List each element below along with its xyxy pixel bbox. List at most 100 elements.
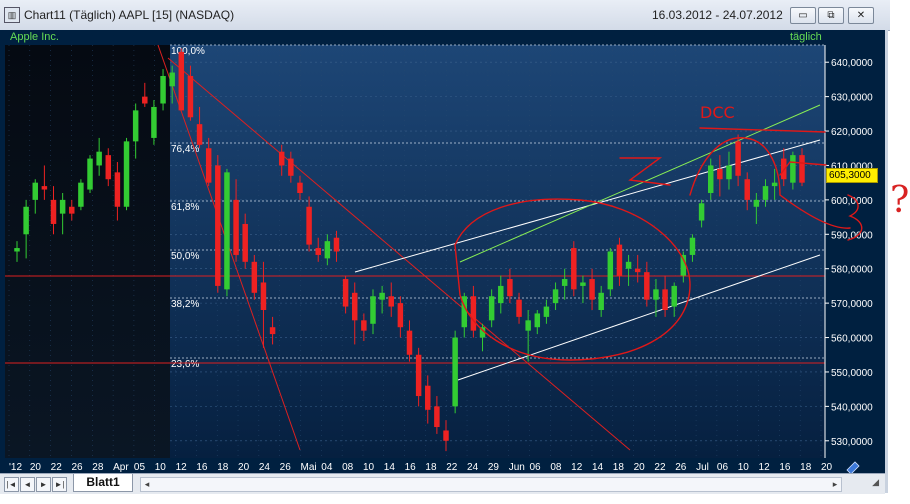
x-tick-label: 10 bbox=[738, 462, 750, 473]
y-tick-label: 620,0000 bbox=[831, 127, 873, 138]
x-tick-label: 20 bbox=[30, 462, 42, 473]
candle-down bbox=[215, 165, 221, 286]
x-tick-label: 22 bbox=[446, 462, 458, 473]
candle-down bbox=[50, 199, 57, 224]
x-tick-label: 24 bbox=[467, 462, 479, 473]
x-tick-label: 05 bbox=[134, 462, 146, 473]
candle-up bbox=[32, 182, 38, 200]
x-tick-label: 10 bbox=[155, 462, 167, 473]
next-sheet-button[interactable]: ► bbox=[36, 477, 51, 492]
instrument-label: Apple Inc. bbox=[10, 31, 59, 43]
candle-down bbox=[251, 261, 258, 293]
candle-up bbox=[14, 248, 20, 252]
x-tick-label: 08 bbox=[342, 462, 354, 473]
candle-down bbox=[105, 155, 112, 180]
candle-up bbox=[87, 158, 93, 190]
x-tick-label: 16 bbox=[405, 462, 417, 473]
candle-down bbox=[351, 292, 358, 321]
x-tick-label: 28 bbox=[92, 462, 104, 473]
x-tick-label: 22 bbox=[654, 462, 666, 473]
y-tick-label: 630,0000 bbox=[831, 93, 873, 104]
minimize-button[interactable]: ▭ bbox=[790, 7, 816, 24]
candle-down bbox=[425, 385, 431, 410]
candle-down bbox=[297, 182, 303, 193]
window-title: Chart11 (Täglich) AAPL [15] (NASDAQ) bbox=[24, 8, 235, 22]
x-tick-label: 12 bbox=[571, 462, 583, 473]
restore-button[interactable]: ⧉ bbox=[818, 7, 844, 24]
candle-down bbox=[114, 172, 121, 207]
x-tick-label: 18 bbox=[425, 462, 437, 473]
x-tick-label: 29 bbox=[488, 462, 500, 473]
x-tick-label: 06 bbox=[530, 462, 542, 473]
close-button[interactable]: ✕ bbox=[848, 7, 874, 24]
candle-down bbox=[269, 327, 276, 335]
x-tick-label: 20 bbox=[238, 462, 250, 473]
scroll-right-icon[interactable]: ▸ bbox=[829, 478, 841, 491]
candle-up bbox=[525, 320, 531, 331]
x-tick-label: 06 bbox=[717, 462, 729, 473]
candle-down bbox=[516, 299, 522, 317]
candle-down bbox=[781, 158, 787, 180]
candle-down bbox=[142, 96, 148, 104]
last-sheet-button[interactable]: ►| bbox=[52, 477, 67, 492]
candle-up bbox=[580, 282, 586, 286]
horizontal-scrollbar[interactable]: ◂ ▸ bbox=[140, 477, 842, 492]
candle-up bbox=[790, 155, 796, 183]
sheet-bar: |◄ ◄ ► ►| Blatt1 ◂ ▸ ◢ bbox=[0, 473, 885, 494]
candle-down bbox=[388, 296, 394, 307]
candle-up bbox=[561, 279, 568, 286]
resize-grip-icon[interactable]: ◢ bbox=[845, 477, 879, 490]
candlestick-chart[interactable]: 100,0% 76,4% 61,8% 50,0% 38,2% 23,6% 640,0000… bbox=[0, 30, 885, 475]
candle-down bbox=[178, 51, 185, 111]
chart-area[interactable]: 100,0% 76,4% 61,8% 50,0% 38,2% 23,6% 640,0000… bbox=[0, 30, 885, 475]
period-label: täglich bbox=[790, 31, 822, 43]
handwritten-question-mark: ? bbox=[890, 180, 910, 221]
candle-down bbox=[278, 151, 285, 166]
candle-down bbox=[333, 237, 340, 252]
candle-up bbox=[224, 172, 230, 290]
x-tick-label: 12 bbox=[176, 462, 188, 473]
candle-down bbox=[717, 168, 723, 180]
candle-down bbox=[634, 268, 641, 273]
y-tick-label: 540,0000 bbox=[831, 402, 873, 413]
x-tick-label: 22 bbox=[51, 462, 63, 473]
candle-down bbox=[288, 158, 294, 176]
candle-up bbox=[498, 285, 504, 304]
x-tick-label: 16 bbox=[779, 462, 791, 473]
candle-up bbox=[452, 337, 458, 407]
candle-down bbox=[342, 279, 349, 307]
scroll-left-icon[interactable]: ◂ bbox=[141, 478, 153, 491]
y-tick-label: 640,0000 bbox=[831, 58, 873, 69]
candle-up bbox=[169, 72, 175, 87]
x-tick-label: 08 bbox=[550, 462, 562, 473]
x-axis-panel bbox=[0, 458, 885, 473]
candle-down bbox=[443, 430, 449, 441]
candle-down bbox=[260, 282, 267, 311]
candle-down bbox=[799, 155, 805, 183]
window-border bbox=[885, 30, 888, 493]
candle-up bbox=[698, 203, 705, 221]
sheet-tab-blatt1[interactable]: Blatt1 bbox=[73, 474, 133, 492]
candle-up bbox=[598, 292, 604, 311]
x-tick-label: 26 bbox=[280, 462, 292, 473]
candle-up bbox=[23, 206, 29, 235]
candle-down bbox=[315, 248, 321, 255]
x-tick-label: 04 bbox=[321, 462, 333, 473]
candle-up bbox=[653, 289, 659, 300]
candle-down bbox=[662, 289, 668, 311]
x-tick-label: 20 bbox=[634, 462, 646, 473]
candle-up bbox=[726, 165, 732, 180]
candle-down bbox=[571, 248, 577, 290]
candle-down bbox=[69, 206, 75, 214]
y-tick-label: 550,0000 bbox=[831, 368, 873, 379]
candle-down bbox=[397, 303, 404, 328]
first-sheet-button[interactable]: |◄ bbox=[4, 477, 19, 492]
candle-up bbox=[160, 75, 166, 104]
candle-down bbox=[507, 279, 513, 297]
candle-down bbox=[242, 223, 248, 262]
candle-up bbox=[379, 292, 385, 300]
prev-sheet-button[interactable]: ◄ bbox=[20, 477, 35, 492]
candle-up bbox=[771, 182, 778, 187]
x-tick-label: 10 bbox=[363, 462, 375, 473]
x-tick-label: 12 bbox=[759, 462, 771, 473]
